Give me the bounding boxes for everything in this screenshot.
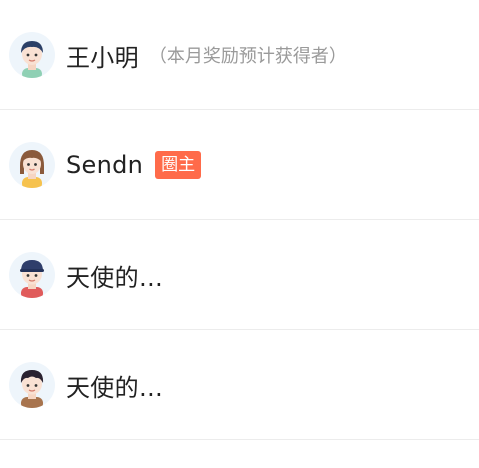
member-row[interactable]: 天使的… bbox=[0, 220, 479, 330]
member-name: 王小明 bbox=[66, 43, 139, 72]
boy-avatar-icon bbox=[9, 362, 55, 408]
member-note: （本月奖励预计获得者） bbox=[148, 46, 347, 67]
member-info: Sendn 圈主 bbox=[66, 110, 202, 220]
member-info: 天使的… bbox=[66, 220, 163, 330]
member-name: 天使的… bbox=[66, 263, 164, 292]
girl-avatar-icon bbox=[9, 142, 55, 188]
member-row[interactable]: Sendn 圈主 bbox=[0, 110, 479, 220]
member-info: 天使的… bbox=[66, 330, 163, 440]
member-row[interactable]: 王小明 （本月奖励预计获得者） bbox=[0, 0, 479, 110]
member-name: Sendn bbox=[66, 151, 144, 179]
member-list: 王小明 （本月奖励预计获得者） Sendn 圈主 天使的… 天使的… bbox=[0, 0, 479, 468]
member-name: 天使的… bbox=[66, 373, 164, 402]
owner-badge: 圈主 bbox=[155, 151, 202, 179]
boy-cap-avatar-icon bbox=[9, 252, 55, 298]
boy-avatar-icon bbox=[9, 32, 55, 78]
member-row[interactable]: 天使的… bbox=[0, 330, 479, 440]
member-info: 王小明 （本月奖励预计获得者） bbox=[66, 0, 347, 110]
